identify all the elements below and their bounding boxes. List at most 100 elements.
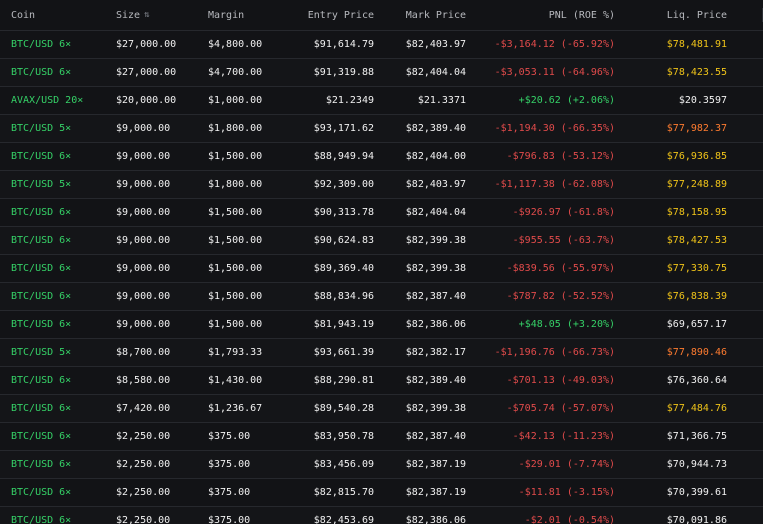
table-header: Coin Size ⇅ Margin Entry Price Mark Pric… [0,0,763,31]
size-cell: $8,700.00 [116,347,171,358]
column-header-entry-price[interactable]: Entry Price [290,0,374,30]
table-row[interactable]: BTC/USD 5× $9,000.00 $1,800.00 $92,309.00 $8… [0,171,763,199]
table-row[interactable]: BTC/USD 6× $2,250.00 $375.00 $82,453.69 $82,… [0,507,763,524]
liq-price-cell: $70,944.73 [666,459,727,470]
pnl-cell: -$926.97 (-61.8%) [512,207,615,218]
table-row[interactable]: BTC/USD 6× $2,250.00 $375.00 $83,456.09 $82,… [0,451,763,479]
size-cell: $2,250.00 [116,487,171,498]
column-header-size[interactable]: Size ⇅ [116,0,150,30]
mark-price-cell: $82,399.38 [405,235,466,246]
size-header-label: Size [116,9,141,21]
pnl-cell: -$701.13 (-49.03%) [506,375,615,386]
entry-price-cell: $81,943.19 [313,319,374,330]
mark-price-cell: $82,387.19 [405,487,466,498]
entry-price-cell: $89,369.40 [313,263,374,274]
table-row[interactable]: BTC/USD 6× $9,000.00 $1,500.00 $88,834.96 $8… [0,283,763,311]
entry-price-cell: $88,949.94 [313,151,374,162]
margin-cell: $1,236.67 [208,403,263,414]
entry-price-cell: $93,661.39 [313,347,374,358]
table-row[interactable]: AVAX/USD 20× $20,000.00 $1,000.00 $21.2349 $… [0,87,763,115]
coin-cell: BTC/USD 5× [11,347,72,358]
coin-cell: BTC/USD 6× [11,319,72,330]
entry-price-cell: $82,815.70 [313,487,374,498]
column-header-coin[interactable]: Coin [11,0,35,30]
pnl-cell: -$839.56 (-55.97%) [506,263,615,274]
mark-price-cell: $82,386.06 [405,515,466,524]
mark-price-cell: $82,387.40 [405,291,466,302]
pnl-cell: -$11.81 (-3.15%) [518,487,615,498]
mark-price-cell: $82,404.00 [405,151,466,162]
table-row[interactable]: BTC/USD 6× $2,250.00 $375.00 $83,950.78 $82,… [0,423,763,451]
table-row[interactable]: BTC/USD 6× $8,580.00 $1,430.00 $88,290.81 $8… [0,367,763,395]
pnl-cell: -$705.74 (-57.07%) [506,403,615,414]
liq-price-cell: $78,158.95 [666,207,727,218]
table-row[interactable]: BTC/USD 6× $9,000.00 $1,500.00 $90,313.78 $8… [0,199,763,227]
table-row[interactable]: BTC/USD 6× $9,000.00 $1,500.00 $81,943.19 $8… [0,311,763,339]
coin-cell: BTC/USD 6× [11,375,72,386]
mark-price-cell: $82,403.97 [405,39,466,50]
coin-header-label: Coin [11,9,36,21]
pnl-cell: -$29.01 (-7.74%) [518,459,615,470]
column-header-pnl[interactable]: PNL (ROE %) [490,0,615,30]
entry-price-cell: $90,313.78 [313,207,374,218]
table-row[interactable]: BTC/USD 5× $9,000.00 $1,800.00 $93,171.62 $8… [0,115,763,143]
column-header-liq-price[interactable]: Liq. Price [654,0,727,30]
pnl-header-label: PNL (ROE %) [548,9,615,21]
margin-cell: $1,500.00 [208,291,263,302]
coin-cell: BTC/USD 6× [11,151,72,162]
table-row[interactable]: BTC/USD 6× $27,000.00 $4,800.00 $91,614.79 $… [0,31,763,59]
margin-cell: $1,500.00 [208,319,263,330]
mark-price-cell: $82,404.04 [405,207,466,218]
table-row[interactable]: BTC/USD 6× $9,000.00 $1,500.00 $89,369.40 $8… [0,255,763,283]
liq-price-cell: $76,936.85 [666,151,727,162]
pnl-cell: +$48.05 (+3.20%) [518,319,615,330]
size-cell: $9,000.00 [116,151,171,162]
mark-price-cell: $82,387.19 [405,459,466,470]
pnl-cell: -$42.13 (-11.23%) [512,431,615,442]
table-row[interactable]: BTC/USD 6× $7,420.00 $1,236.67 $89,540.28 $8… [0,395,763,423]
liq-price-cell: $77,248.89 [666,179,727,190]
pnl-cell: -$3,053.11 (-64.96%) [494,67,615,78]
entry-price-cell: $89,540.28 [313,403,374,414]
margin-cell: $1,430.00 [208,375,263,386]
entry-price-header-label: Entry Price [307,9,374,21]
coin-cell: BTC/USD 6× [11,235,72,246]
size-cell: $27,000.00 [116,67,177,78]
liq-price-cell: $20.3597 [678,95,727,106]
size-cell: $2,250.00 [116,515,171,524]
table-row[interactable]: BTC/USD 5× $8,700.00 $1,793.33 $93,661.39 $8… [0,339,763,367]
pnl-cell: -$2.01 (-0.54%) [524,515,615,524]
table-row[interactable]: BTC/USD 6× $9,000.00 $1,500.00 $88,949.94 $8… [0,143,763,171]
liq-price-cell: $77,890.46 [666,347,727,358]
margin-cell: $375.00 [208,459,251,470]
mark-price-cell: $82,389.40 [405,375,466,386]
column-header-margin[interactable]: Margin [208,0,244,30]
mark-price-cell: $82,389.40 [405,123,466,134]
margin-cell: $1,500.00 [208,263,263,274]
sort-icon[interactable]: ⇅ [144,10,149,20]
margin-cell: $375.00 [208,515,251,524]
table-row[interactable]: BTC/USD 6× $2,250.00 $375.00 $82,815.70 $82,… [0,479,763,507]
pnl-cell: +$20.62 (+2.06%) [518,95,615,106]
table-row[interactable]: BTC/USD 6× $27,000.00 $4,700.00 $91,319.88 $… [0,59,763,87]
margin-cell: $375.00 [208,487,251,498]
margin-cell: $1,800.00 [208,123,263,134]
coin-cell: BTC/USD 6× [11,291,72,302]
mark-price-cell: $21.3371 [417,95,466,106]
mark-price-cell: $82,382.17 [405,347,466,358]
size-cell: $8,580.00 [116,375,171,386]
coin-cell: BTC/USD 6× [11,459,72,470]
coin-cell: BTC/USD 6× [11,39,72,50]
mark-price-cell: $82,403.97 [405,179,466,190]
entry-price-cell: $88,834.96 [313,291,374,302]
size-cell: $9,000.00 [116,319,171,330]
margin-cell: $1,000.00 [208,95,263,106]
column-header-mark-price[interactable]: Mark Price [385,0,466,30]
entry-price-cell: $93,171.62 [313,123,374,134]
coin-cell: BTC/USD 6× [11,431,72,442]
entry-price-cell: $91,319.88 [313,67,374,78]
table-row[interactable]: BTC/USD 6× $9,000.00 $1,500.00 $90,624.83 $8… [0,227,763,255]
mark-price-header-label: Mark Price [405,9,466,21]
margin-cell: $1,500.00 [208,207,263,218]
coin-cell: BTC/USD 6× [11,403,72,414]
